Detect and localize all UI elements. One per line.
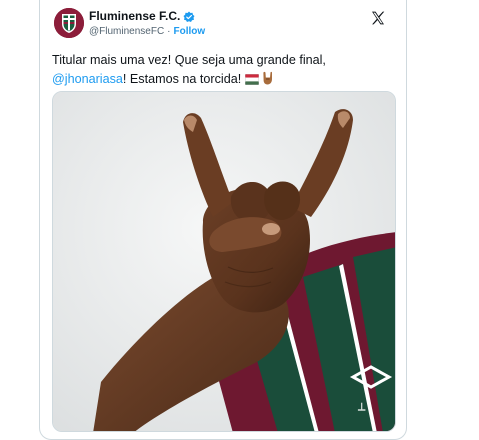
mention-link[interactable]: @jhonariasa [52,72,123,86]
tweet-card[interactable]: Fluminense F.C. @FluminenseFC · Follow T… [39,0,407,440]
tweet-text-line1: Titular mais uma vez! Que seja uma grand… [52,53,326,67]
display-name[interactable]: Fluminense F.C. [89,9,180,23]
x-logo-icon[interactable] [370,10,386,26]
separator-dot: · [167,26,171,37]
sign-of-the-horns-icon [262,71,274,91]
tweet-text: Titular mais uma vez! Que seja uma grand… [52,51,396,91]
follow-button[interactable]: Follow [174,26,206,37]
handle[interactable]: @FluminenseFC [89,26,164,37]
tweet-photo[interactable]: ⟂ [52,91,396,432]
hungary-flag-icon [244,72,259,91]
tweet-header: Fluminense F.C. @FluminenseFC · Follow [54,8,392,44]
rock-hand-gesture-photo: ⟂ [53,92,395,431]
svg-text:⟂: ⟂ [357,401,366,413]
fluminense-crest-avatar[interactable] [54,8,84,38]
verified-badge-icon [183,10,195,22]
tweet-text-line2: ! Estamos na torcida! [122,72,242,86]
